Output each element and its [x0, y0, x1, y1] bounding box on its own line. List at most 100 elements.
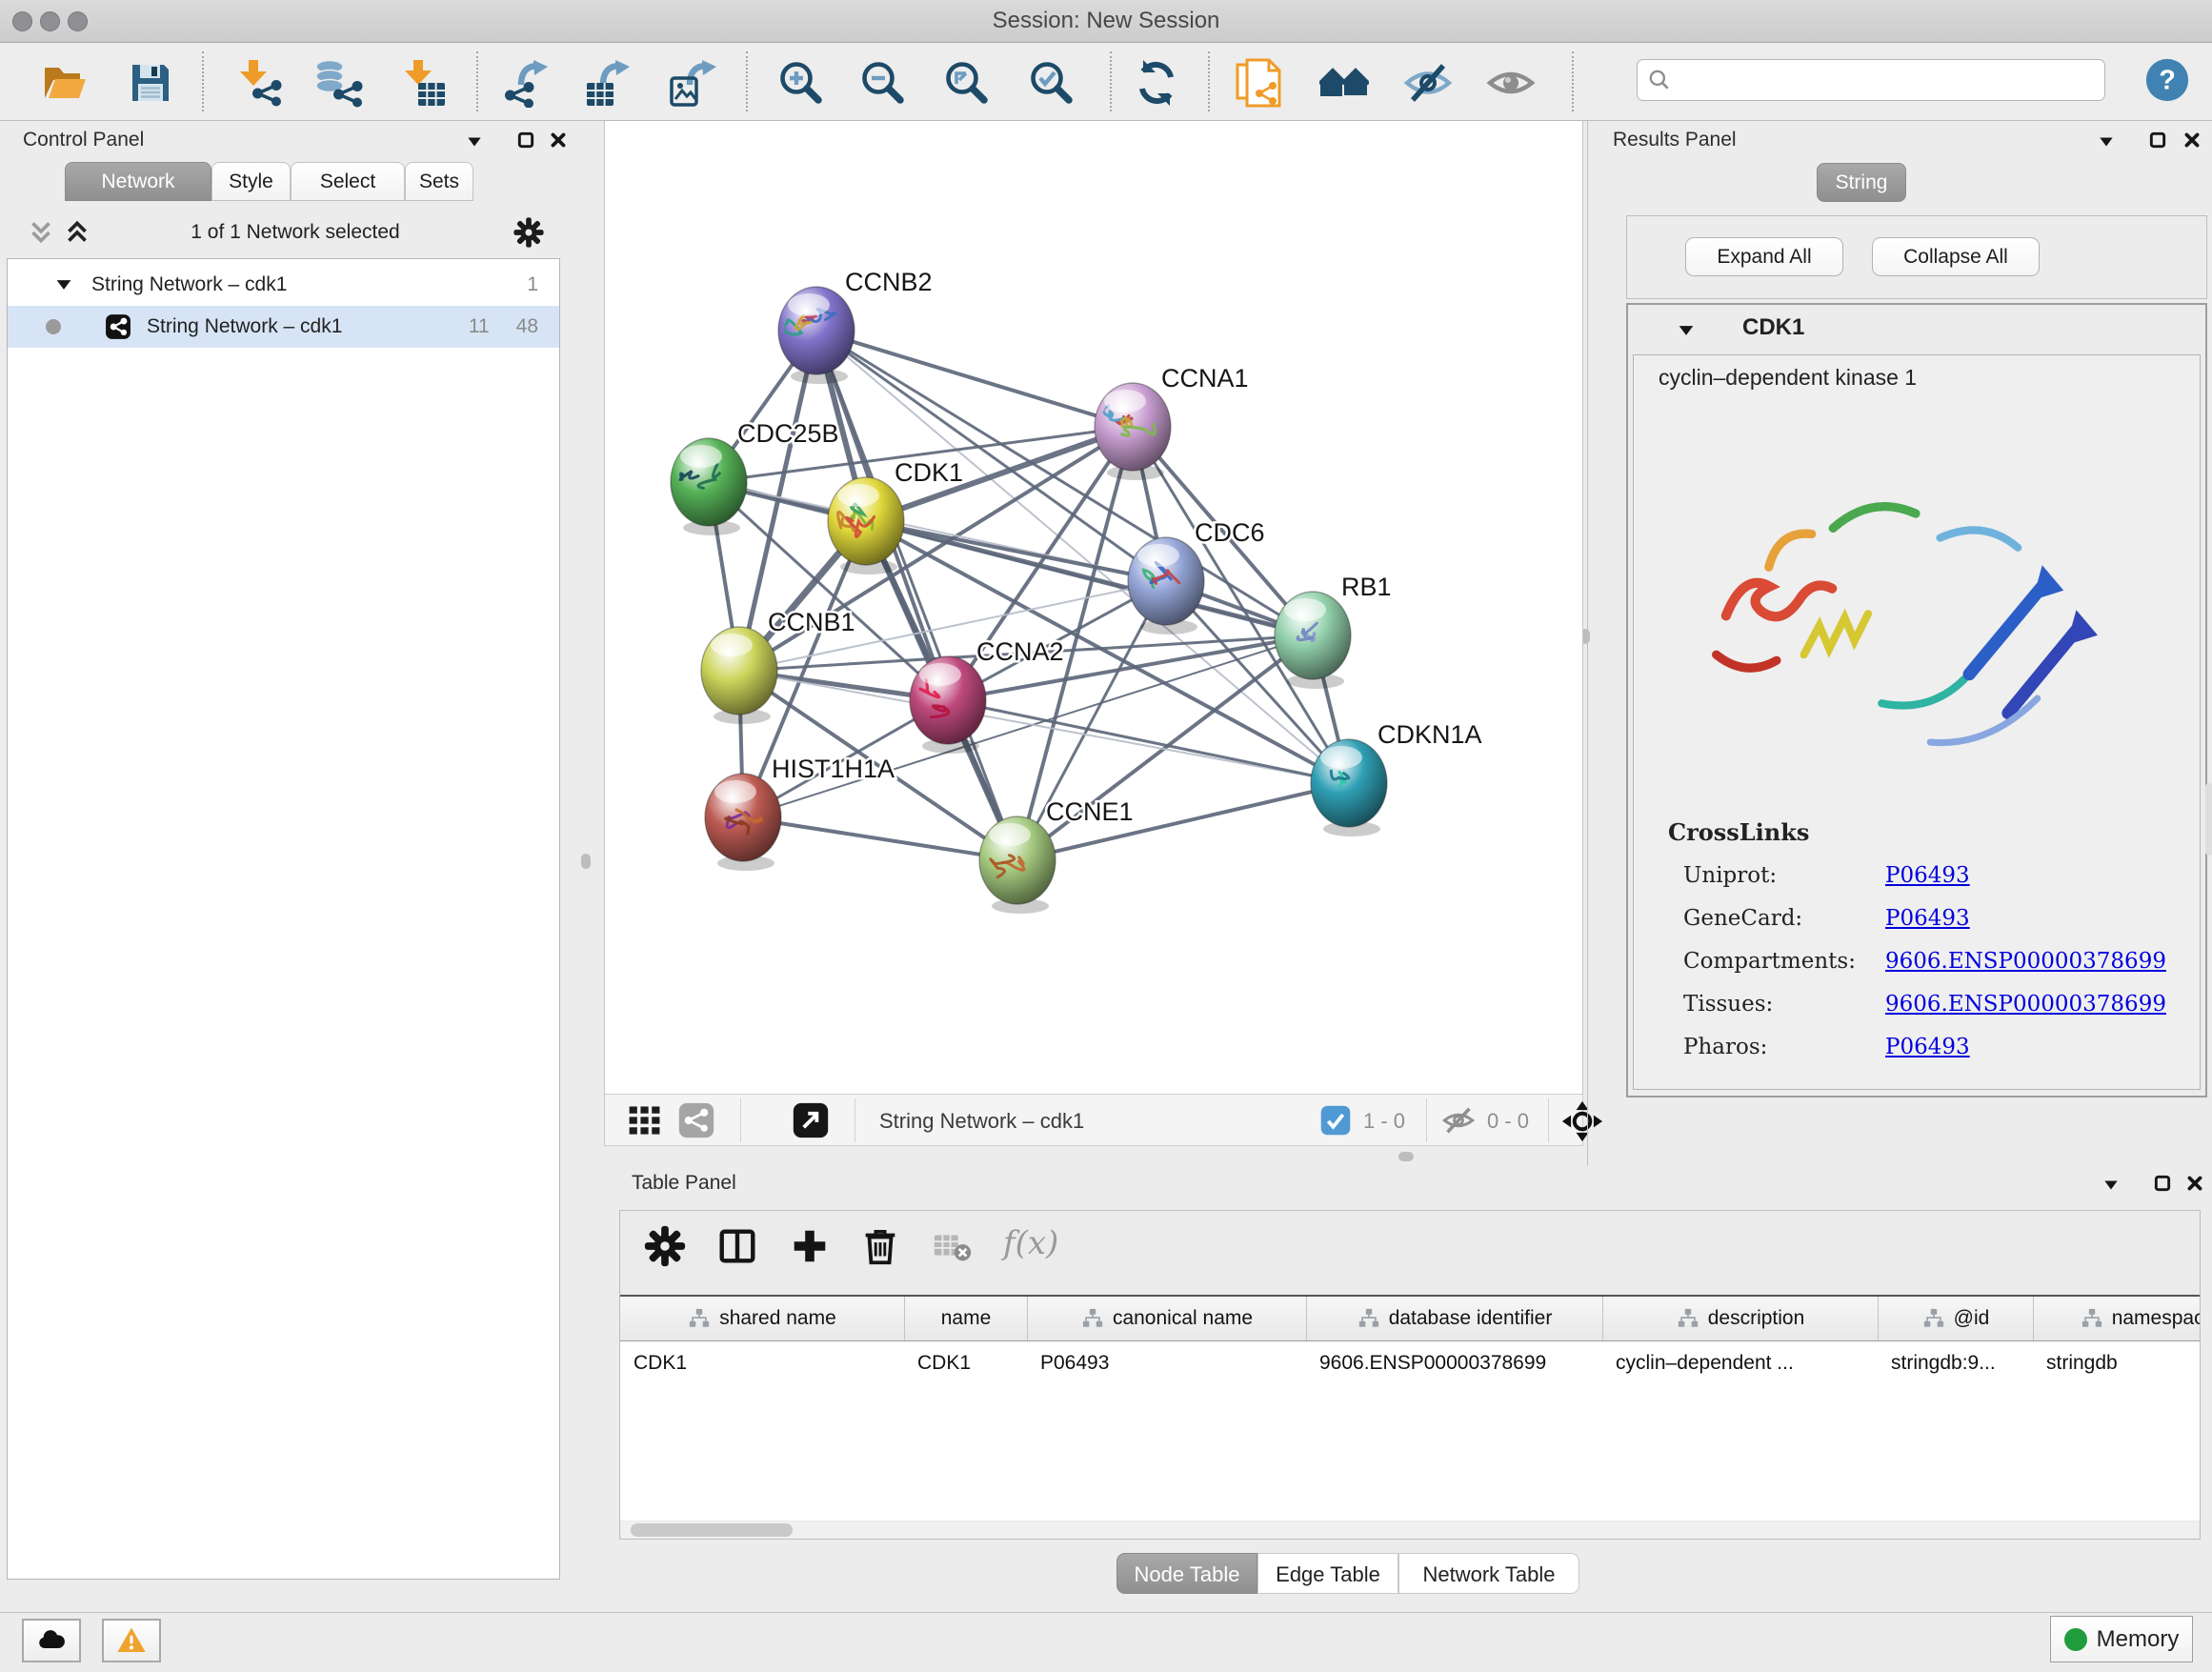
table-cell[interactable]: stringdb — [2033, 1341, 2200, 1385]
results-panel-menu-icon[interactable] — [2097, 132, 2116, 151]
cloud-status-button[interactable] — [22, 1619, 81, 1662]
network-node-HIST1H1A[interactable]: HIST1H1A — [705, 755, 895, 871]
protein-structure-image — [1687, 411, 2144, 792]
zoom-selected-icon[interactable] — [1026, 58, 1076, 108]
column-header-name[interactable]: name — [904, 1297, 1027, 1340]
export-table-icon[interactable] — [582, 58, 632, 108]
import-table-icon[interactable] — [398, 58, 448, 108]
search-box[interactable] — [1637, 59, 2105, 101]
column-header-namespace[interactable]: namespace — [2033, 1297, 2200, 1340]
tab-sets[interactable]: Sets — [405, 162, 473, 201]
network-node-CCNB2[interactable]: CCNB2 — [778, 268, 933, 384]
export-image-icon[interactable] — [667, 58, 716, 108]
hide-results-icon[interactable] — [1403, 58, 1453, 108]
results-panel-float-icon[interactable] — [2148, 131, 2167, 150]
collapse-all-button[interactable]: Collapse All — [1872, 237, 2040, 276]
add-column-icon[interactable] — [788, 1224, 832, 1268]
results-panel: Results Panel String Expand All Collapse… — [1587, 121, 2212, 1166]
tree-collapse-icon[interactable] — [53, 274, 74, 295]
window-minimize-light[interactable] — [40, 11, 60, 31]
network-canvas[interactable]: CCNB2 CCNA1 CDC25B CDK1 CDC6 — [604, 121, 1583, 1094]
delete-column-icon[interactable] — [858, 1224, 902, 1268]
table-panel-float-icon[interactable] — [2153, 1174, 2172, 1193]
crosslink-link[interactable]: 9606.ENSP00000378699 — [1885, 983, 2166, 1026]
network-node-RB1[interactable]: RB1 — [1275, 573, 1392, 689]
import-network-icon[interactable] — [233, 58, 283, 108]
show-columns-icon[interactable] — [715, 1224, 759, 1268]
node-label-CCNA2: CCNA2 — [976, 637, 1064, 666]
selected-checkbox-icon[interactable] — [1319, 1104, 1352, 1137]
tab-network[interactable]: Network — [65, 162, 211, 201]
import-network-database-icon[interactable] — [313, 58, 363, 108]
tab-node-table[interactable]: Node Table — [1116, 1553, 1257, 1594]
control-panel-float-icon[interactable] — [516, 131, 535, 150]
help-icon[interactable]: ? — [2143, 56, 2191, 104]
view-network-icon[interactable] — [677, 1101, 715, 1139]
hidden-eye-icon[interactable] — [1441, 1103, 1476, 1138]
network-options-gear-icon[interactable] — [513, 216, 545, 249]
crosslink-link[interactable]: P06493 — [1885, 855, 1970, 897]
table-settings-gear-icon[interactable] — [643, 1224, 687, 1268]
crosslink-link[interactable]: 9606.ENSP00000378699 — [1885, 940, 2166, 983]
open-session-icon[interactable] — [40, 58, 90, 108]
table-cell[interactable]: cyclin–dependent ... — [1602, 1341, 1878, 1385]
node-count: 11 — [469, 315, 490, 338]
table-tabs: Node TableEdge TableNetwork Table — [604, 1553, 2212, 1594]
column-header-description[interactable]: description — [1602, 1297, 1878, 1340]
crosslink-row: GeneCard: P06493 — [1683, 897, 2166, 940]
detach-view-icon[interactable] — [792, 1101, 830, 1139]
network-badge-icon — [105, 313, 131, 340]
tab-select[interactable]: Select — [291, 162, 405, 201]
window-zoom-light[interactable] — [68, 11, 88, 31]
zoom-fit-icon[interactable] — [941, 58, 991, 108]
control-panel-close-icon[interactable] — [549, 131, 568, 150]
table-panel-close-icon[interactable] — [2185, 1174, 2204, 1193]
warning-status-button[interactable] — [102, 1619, 161, 1662]
window-close-light[interactable] — [12, 11, 32, 31]
export-network-icon[interactable] — [500, 58, 550, 108]
column-header-sharedname[interactable]: shared name — [620, 1297, 904, 1340]
refresh-layout-icon[interactable] — [1132, 58, 1181, 108]
tab-string[interactable]: String — [1817, 163, 1906, 202]
column-header-databaseidentifier[interactable]: database identifier — [1306, 1297, 1602, 1340]
results-panel-close-icon[interactable] — [2182, 131, 2202, 150]
protein-collapse-icon[interactable] — [1676, 320, 1697, 341]
table-cell[interactable]: CDK1 — [620, 1341, 904, 1385]
tab-style[interactable]: Style — [211, 162, 291, 201]
table-cell[interactable]: stringdb:9... — [1878, 1341, 2033, 1385]
string-document-icon[interactable] — [1235, 58, 1284, 108]
expand-all-icon[interactable] — [63, 218, 91, 247]
network-row-selected[interactable]: String Network – cdk1 11 48 — [8, 306, 559, 348]
expand-all-button[interactable]: Expand All — [1685, 237, 1843, 276]
tab-network-table[interactable]: Network Table — [1398, 1553, 1579, 1594]
control-panel-menu-icon[interactable] — [465, 132, 484, 151]
zoom-in-icon[interactable] — [775, 58, 825, 108]
column-header-canonicalname[interactable]: canonical name — [1027, 1297, 1306, 1340]
table-cell[interactable]: 9606.ENSP00000378699 — [1306, 1341, 1602, 1385]
string-home-icon[interactable] — [1319, 58, 1369, 108]
show-results-icon[interactable] — [1486, 58, 1536, 108]
results-scrollbar[interactable] — [2205, 783, 2212, 856]
crosslink-row: Tissues: 9606.ENSP00000378699 — [1683, 983, 2166, 1026]
table-horizontal-scrollbar[interactable] — [621, 1521, 2199, 1539]
save-session-icon[interactable] — [126, 58, 175, 108]
crosslink-link[interactable]: P06493 — [1885, 1026, 1970, 1069]
crosslink-link[interactable]: P06493 — [1885, 897, 1970, 940]
left-splitter-handle[interactable] — [581, 854, 591, 869]
node-label-CCNB1: CCNB1 — [768, 608, 855, 636]
table-panel-menu-icon[interactable] — [2101, 1176, 2121, 1195]
search-input[interactable] — [1678, 68, 2104, 92]
collapse-all-icon[interactable] — [27, 218, 55, 247]
toolbar-separator — [1110, 51, 1112, 111]
network-collection-row[interactable]: String Network – cdk1 1 — [8, 264, 559, 306]
column-header-id[interactable]: @id — [1878, 1297, 2033, 1340]
zoom-out-icon[interactable] — [857, 58, 907, 108]
memory-button[interactable]: Memory — [2050, 1616, 2193, 1662]
network-node-CCNE1[interactable]: CCNE1 — [979, 797, 1134, 914]
tab-edge-table[interactable]: Edge Table — [1257, 1553, 1398, 1594]
bottom-splitter-handle[interactable] — [1398, 1152, 1414, 1161]
view-grid-icon[interactable] — [626, 1101, 664, 1139]
table-cell[interactable]: P06493 — [1027, 1341, 1306, 1385]
table-cell[interactable]: CDK1 — [904, 1341, 1027, 1385]
network-node-CCNA1[interactable]: CCNA1 — [1095, 364, 1249, 480]
